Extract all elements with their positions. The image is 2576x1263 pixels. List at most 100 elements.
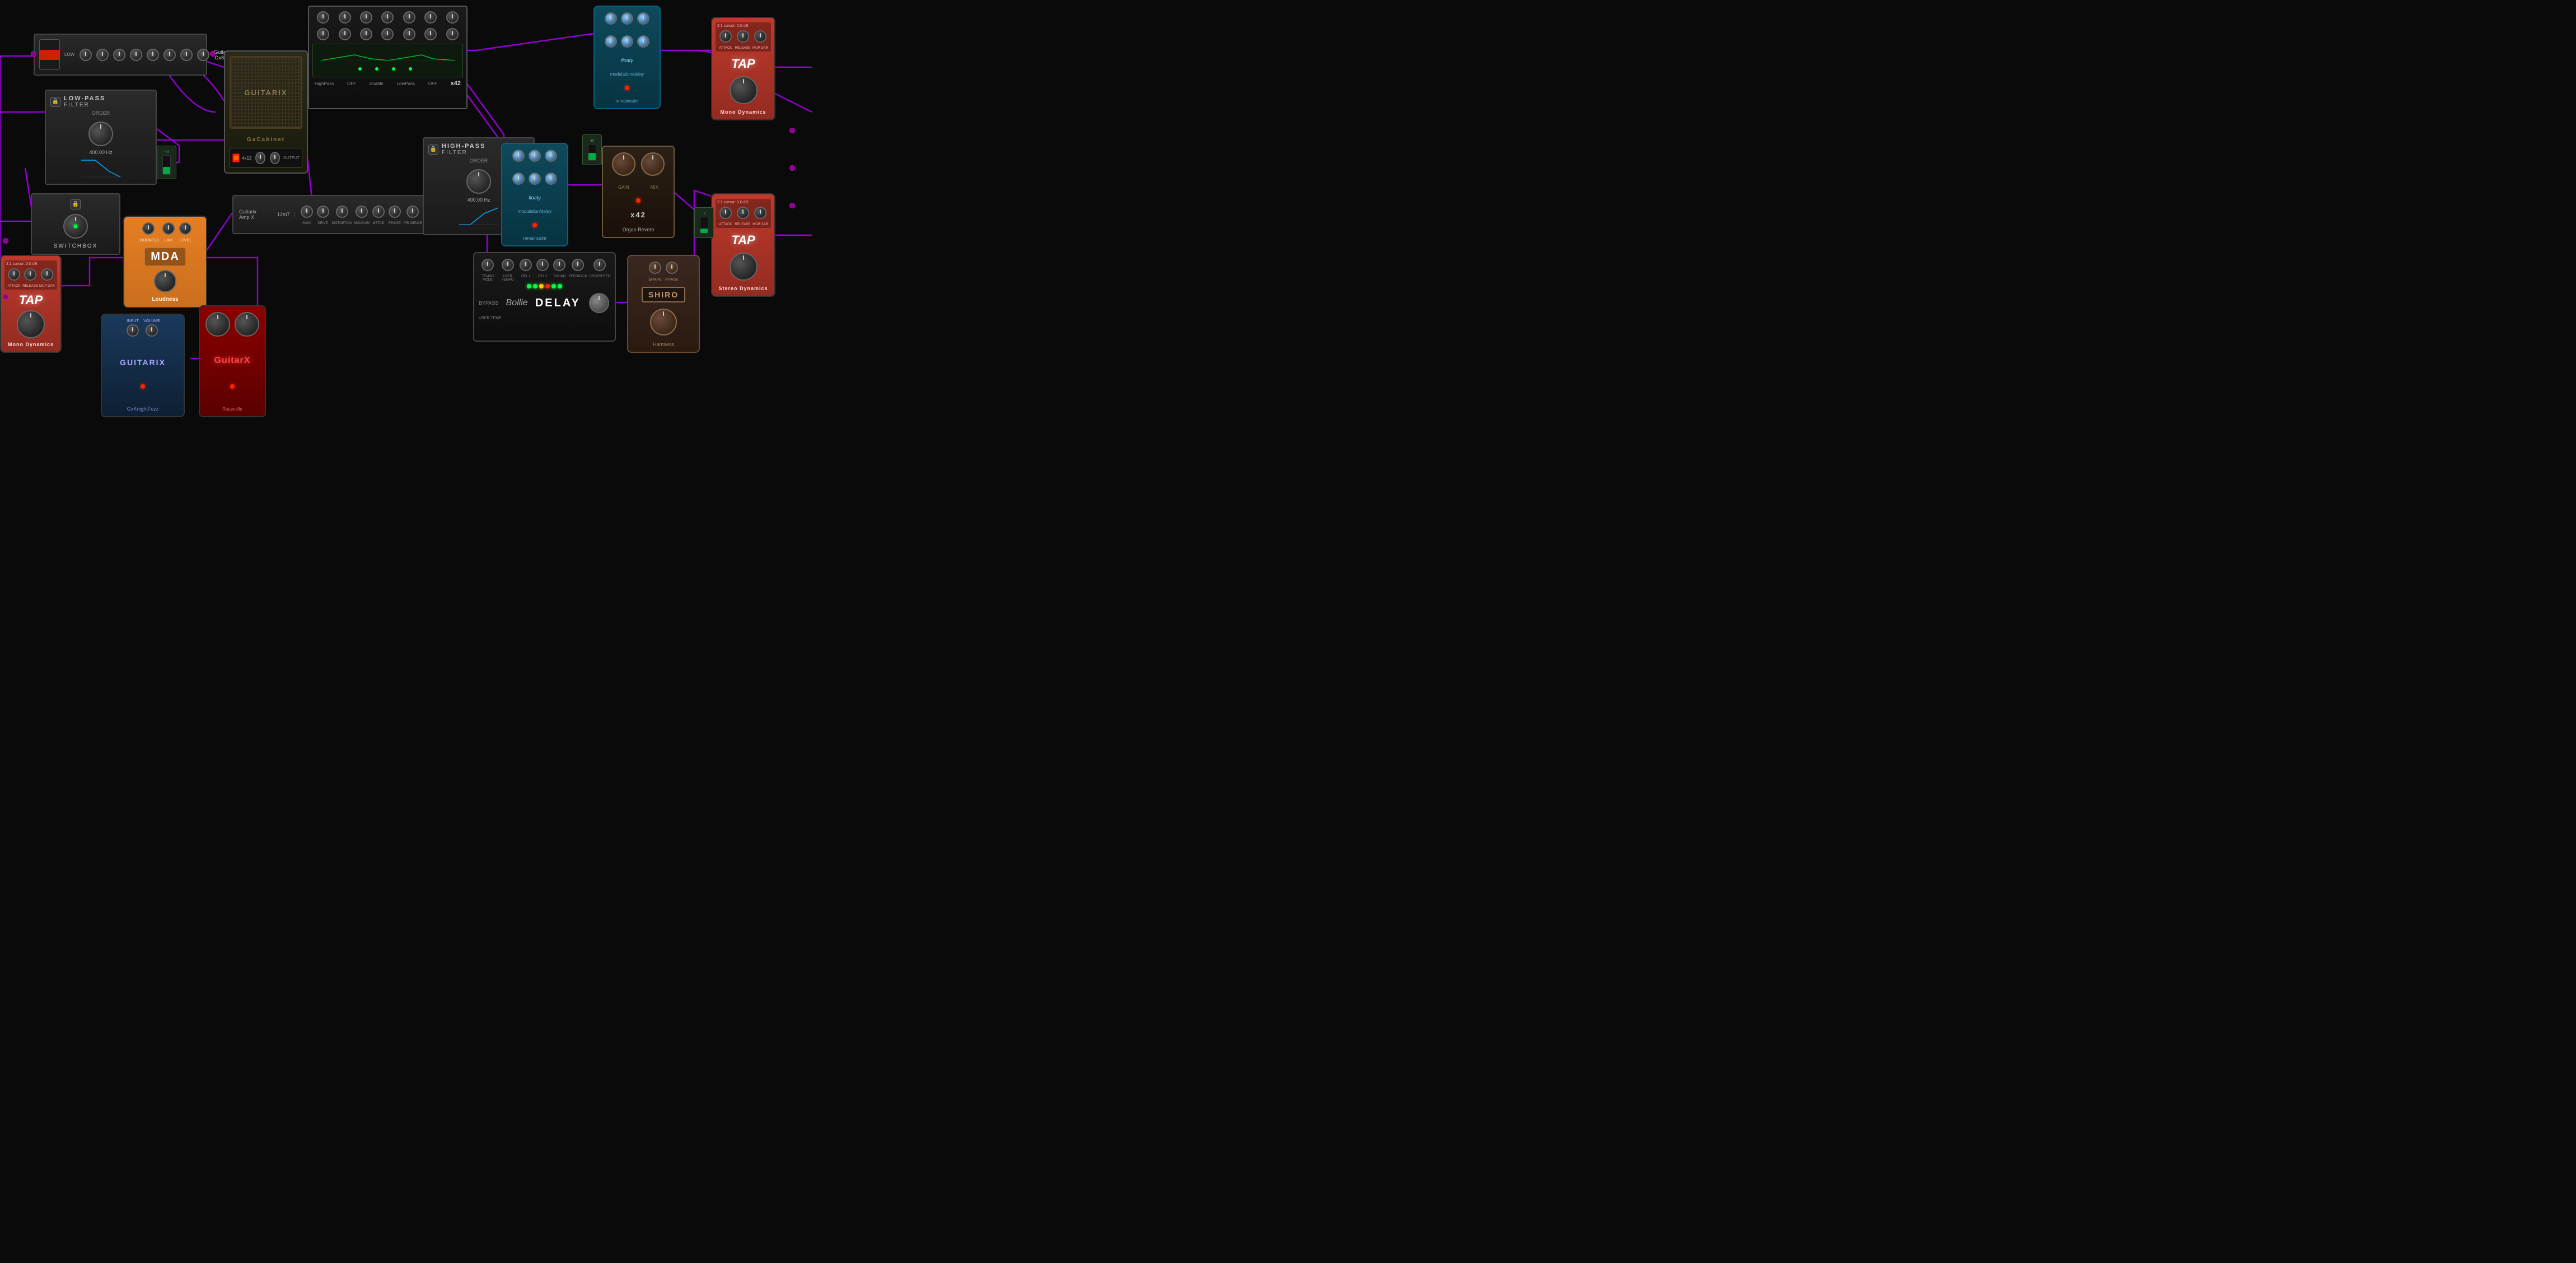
floaty-mid-knob4[interactable] [512,173,525,185]
shiro-shape-knob[interactable] [649,262,661,274]
floaty-mid-knob5[interactable] [529,173,541,185]
eq-top-knob5[interactable] [403,11,415,24]
floaty-top-knob2[interactable] [621,12,633,25]
right-out-port-1[interactable] [789,128,795,133]
eq-top-knob3[interactable] [360,11,372,24]
bollie-main-knob[interactable] [589,293,609,313]
floaty-top-knob3[interactable] [637,12,649,25]
organ-reverb-led[interactable] [636,198,641,203]
knob-high[interactable] [113,49,125,61]
bollie-sound-knob[interactable] [553,259,565,271]
amp-x-gain-knob[interactable] [301,206,313,218]
eq-top-knob4[interactable] [381,11,394,24]
eq-top-knob14[interactable] [446,28,459,40]
guitarx-knob1[interactable] [205,312,230,337]
organ-reverb-knob2[interactable] [641,152,665,176]
gx-cabinet-treble-knob[interactable] [270,152,280,164]
bollie-brand: Bollie [506,298,528,308]
bollie-tempo-mode-knob[interactable] [481,259,494,271]
amp-x-drive-knob[interactable] [317,206,329,218]
floaty-top-knob6[interactable] [637,35,649,48]
mda-link-knob[interactable] [162,222,175,235]
organ-reverb-knob1[interactable] [612,152,635,176]
floaty-mid-sublabel2: remaincalm [523,236,546,241]
bollie-del2-knob[interactable] [536,259,549,271]
floaty-mod-top-plugin: floaty modulation/delay remaincalm [593,6,661,109]
tap-stereo-release-knob[interactable] [737,207,749,219]
level-meter-1: -n! [157,146,176,179]
bollie-user-tempo-knob[interactable] [502,259,514,271]
guitarix-fuzz-volume-knob[interactable] [146,324,158,337]
eq-top-knob6[interactable] [424,11,437,24]
switchbox-knob[interactable] [63,214,88,239]
mda-sublabel: Loudness [152,296,178,302]
shiro-phase-knob[interactable] [666,262,678,274]
floaty-top-led[interactable] [625,86,629,90]
guitarx-knob2[interactable] [235,312,259,337]
tap-mono-left-mugain-knob[interactable] [41,268,53,281]
bollie-feedback-knob[interactable] [572,259,584,271]
left-in-port-2[interactable] [3,294,8,300]
highpass-freq-knob[interactable] [466,169,491,194]
tap-stereo-attack-knob[interactable] [719,207,732,219]
bollie-del1-knob[interactable] [520,259,532,271]
floaty-mid-knob1[interactable] [512,150,525,162]
floaty-mid-knob3[interactable] [545,150,557,162]
mda-main-knob[interactable] [154,270,176,292]
right-out-port-3[interactable] [789,203,795,208]
tap-stereo-main-knob[interactable] [730,253,758,281]
floaty-top-knob5[interactable] [621,35,633,48]
floaty-mid-knob2[interactable] [529,150,541,162]
knob-mid[interactable] [96,49,109,61]
guitarix-fuzz-input-knob[interactable] [127,324,139,337]
tap-stereo-mugain-knob[interactable] [754,207,766,219]
knob-cab[interactable] [130,49,142,61]
knob-volume[interactable] [197,49,209,61]
eq-top-knob11[interactable] [381,28,394,40]
eq-top-knob2[interactable] [339,11,351,24]
tap-mono-left-release-knob[interactable] [24,268,36,281]
amp-x-prudence-knob[interactable] [406,206,419,218]
tap-mono-left-main-knob[interactable] [17,310,45,338]
lowpass-label: LOW-PASS [64,95,105,102]
eq-top-knob1[interactable] [317,11,329,24]
tap-mono-right-attack-knob[interactable] [719,30,732,43]
tap-mono-right-release-knob[interactable] [737,30,749,43]
eq-top-knob9[interactable] [339,28,351,40]
tap-mono-right-main-knob[interactable] [730,76,758,104]
guitarx-led[interactable] [230,384,235,389]
right-out-port-2[interactable] [789,165,795,171]
floaty-mid-knob6[interactable] [545,173,557,185]
floaty-top-knob4[interactable] [605,35,617,48]
amp-x-distortion-knob[interactable] [336,206,348,218]
knob-treble[interactable] [180,49,193,61]
knob-low[interactable] [80,49,92,61]
left-in-port-1[interactable] [3,238,8,244]
amp-x-reuse-knob[interactable] [389,206,401,218]
bollie-crossfeed-knob[interactable] [593,259,606,271]
gxsvt-in-port[interactable] [31,51,36,57]
gx-cabinet-bass-knob[interactable] [255,152,265,164]
guitarix-amp-x-sublabel: Amp X [239,215,273,220]
shiro-main-knob[interactable] [650,309,677,335]
floaty-mid-led[interactable] [532,223,537,227]
eq-top-knob8[interactable] [317,28,329,40]
floaty-top-knob1[interactable] [605,12,617,25]
floaty-top-sublabel: modulation/delay [610,72,644,77]
eq-top-knob7[interactable] [446,11,459,24]
eq-top-knob13[interactable] [424,28,437,40]
gxsvt-out-port[interactable] [210,51,216,57]
eq-top-knob10[interactable] [360,28,372,40]
knob-bass[interactable] [147,49,159,61]
mda-loudness-knob1[interactable] [142,222,155,235]
organ-reverb-gain-label: GAIN [618,185,629,190]
amp-x-midgain-knob[interactable] [356,206,368,218]
low-pass-filter-plugin: 🔒 LOW-PASS FILTER ORDER 400.00 Hz [45,90,157,185]
gx-fuzz-led[interactable] [141,384,145,389]
amp-x-metab-knob[interactable] [372,206,385,218]
eq-top-knob12[interactable] [403,28,415,40]
lowpass-freq-knob[interactable] [88,122,113,146]
mda-level-knob[interactable] [179,222,191,235]
knob-middle[interactable] [163,49,176,61]
tap-mono-right-mugain-knob[interactable] [754,30,766,43]
